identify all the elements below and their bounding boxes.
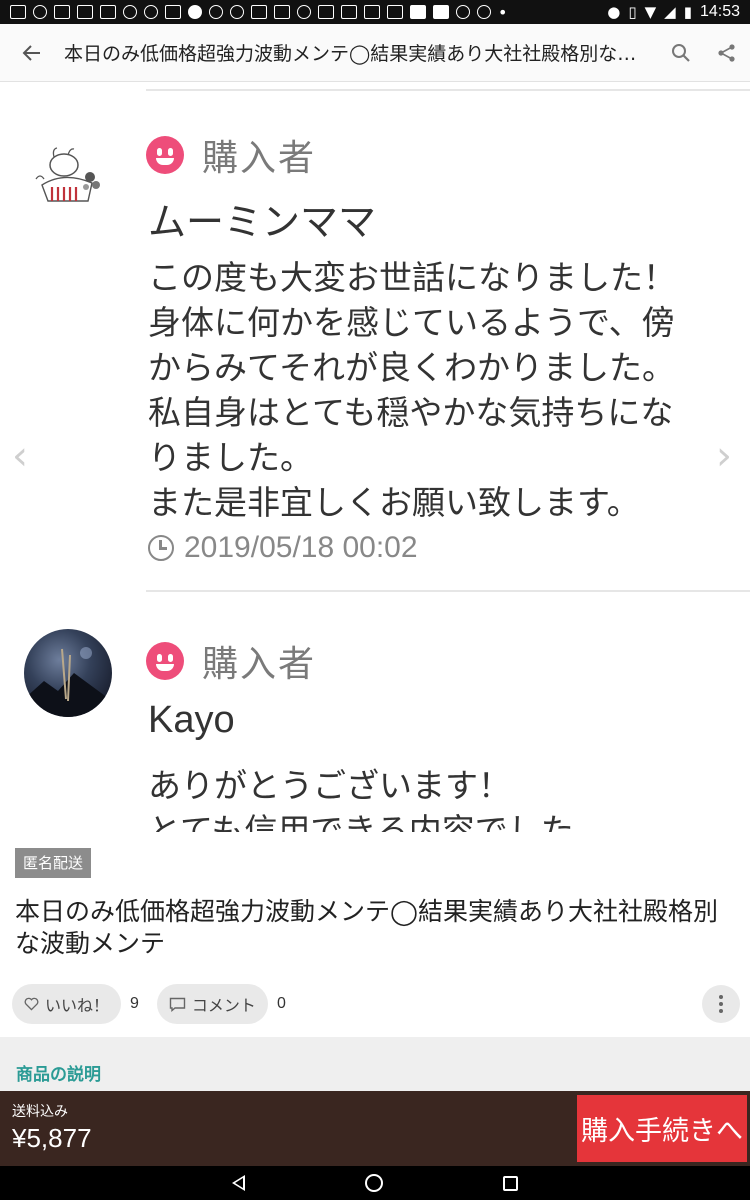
d-icon [341, 5, 357, 19]
comment-count: 0 [276, 995, 286, 1012]
heart-icon [24, 997, 39, 1011]
app-icon [364, 5, 380, 19]
comment-timestamp: 2019/05/18 00:02 [148, 531, 418, 565]
download-icon [165, 5, 181, 19]
arrow-left-icon [22, 44, 40, 61]
page-title: 本日のみ低価格超強力波動メンテ◯結果実績あり大社社殿格別な… [64, 43, 637, 65]
system-nav-bar [0, 1166, 750, 1200]
add-person-icon [477, 5, 491, 19]
mail-icon [77, 5, 93, 19]
like-button[interactable]: いいね！ [12, 984, 122, 1024]
shipping-included-label: 送料込み [12, 1104, 68, 1120]
purchase-button[interactable]: 購入手続きへ [577, 1095, 747, 1162]
comment-button[interactable]: コメント [156, 984, 268, 1024]
back-button[interactable] [0, 24, 64, 82]
nav-home-icon[interactable] [365, 1174, 383, 1192]
carousel-prev-button[interactable]: ‹ [12, 433, 28, 479]
share-button[interactable] [704, 24, 750, 82]
status-time: 14:53 [699, 3, 740, 20]
talk-icon [188, 5, 202, 19]
clock-icon [148, 535, 174, 561]
description-section [0, 1037, 750, 1091]
location-icon: ● [607, 3, 621, 21]
pinwheel-icon [123, 5, 137, 19]
nav-recents-icon[interactable] [503, 1175, 518, 1191]
like-count: 9 [130, 995, 139, 1012]
role-label: 購入者 [202, 644, 317, 685]
price: ¥5,877 [12, 1123, 92, 1153]
vibrate-icon: ▯ [628, 3, 637, 21]
sd-card-icon [433, 5, 449, 19]
comment-icon [169, 997, 186, 1012]
search-button[interactable] [658, 24, 704, 82]
app-bar: 本日のみ低価格超強力波動メンテ◯結果実績あり大社社殿格別な… [0, 24, 750, 82]
description-heading: 商品の説明 [16, 1065, 101, 1085]
buyer-role-row: 購入者 [146, 635, 316, 687]
comment-text: この度も大変お世話になりました！ 身体に何かを感じているようで、傍 からみてそれ… [148, 258, 676, 522]
wifi-icon: ▼ [644, 3, 657, 21]
comment-username: ムーミンママ [148, 200, 377, 244]
carousel-next-button[interactable]: › [716, 433, 732, 479]
product-image-carousel[interactable]: 購入者 ムーミンママ この度も大変お世話になりました！ 身体に何かを感じているよ… [0, 83, 750, 832]
timestamp-text: 2019/05/18 00:02 [184, 531, 418, 564]
avatar [24, 135, 112, 223]
mail-icon [100, 5, 116, 19]
signal-icon: ◢ [664, 3, 676, 21]
arc-icon [456, 5, 470, 19]
avatar [24, 629, 112, 717]
info-icon [209, 5, 223, 19]
instagram-icon [251, 5, 267, 19]
role-label: 購入者 [202, 138, 317, 179]
purchase-bar: 送料込み ¥5,877 購入手続きへ [0, 1091, 750, 1166]
status-bar: • ● ▯ ▼ ◢ ▮ 14:53 [0, 0, 750, 24]
divider [146, 89, 750, 91]
message-icon [10, 5, 26, 19]
mail-icon [54, 5, 70, 19]
info-icon [230, 5, 244, 19]
comment-label: コメント [191, 996, 256, 1015]
app-icon [274, 5, 290, 19]
buyer-role-row: 購入者 [146, 129, 316, 181]
product-title: 本日のみ低価格超強力波動メンテ◯結果実績あり大社社殿格別な波動メンテ [15, 897, 718, 958]
anonymous-shipping-badge: 匿名配送 [15, 848, 92, 878]
more-options-button[interactable] [702, 985, 740, 1023]
comment-username: Kayo [148, 699, 235, 741]
app-icon [318, 5, 334, 19]
moomin-avatar-icon [35, 147, 100, 202]
search-icon [672, 43, 690, 62]
battery-icon: ▮ [683, 3, 692, 21]
like-label: いいね！ [45, 996, 110, 1015]
comment-text: ありがとうございます！ とても信用できる内容でした。 [148, 766, 607, 832]
pinwheel-icon [297, 5, 311, 19]
more-vertical-icon [719, 995, 723, 999]
divider [146, 590, 750, 592]
smiley-icon [146, 136, 184, 174]
more-notifications-icon: • [498, 2, 508, 22]
app-icon [387, 5, 403, 19]
chat-icon [144, 5, 158, 19]
nav-back-icon[interactable] [232, 1175, 245, 1191]
smiley-icon [146, 642, 184, 680]
notification-icons: • [10, 3, 507, 22]
shop-icon [410, 5, 426, 19]
landscape-avatar-icon [24, 647, 112, 717]
share-icon [718, 43, 735, 62]
product-actions: いいね！ 9 コメント 0 [12, 984, 740, 1024]
notification-icon [33, 5, 47, 19]
